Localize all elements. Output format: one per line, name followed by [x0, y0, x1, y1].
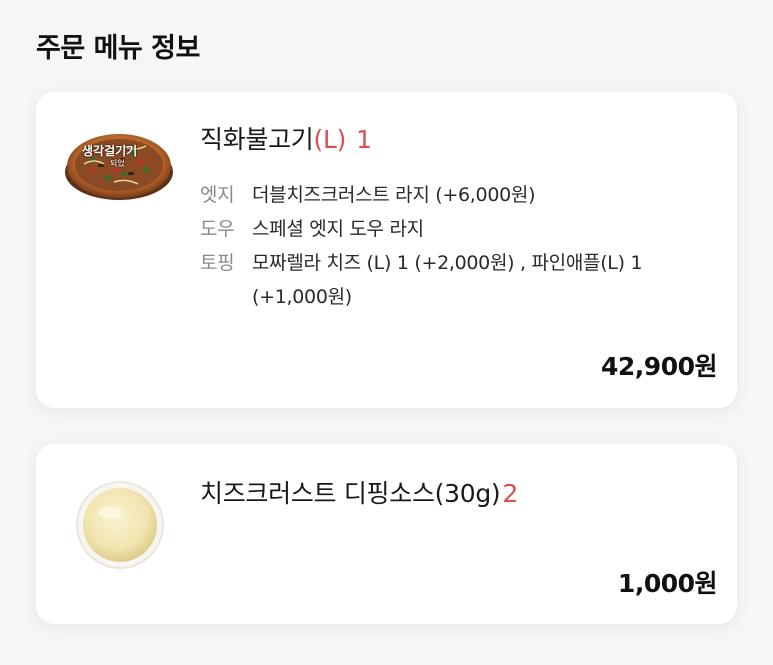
item-price: 42,900원 — [601, 352, 717, 381]
order-item-card: 치즈크러스트 디핑소스(30g)2 1,000원 — [36, 444, 737, 624]
option-row-dough: 도우 스페셜 엣지 도우 라지 — [200, 212, 700, 246]
section-title: 주문 메뉴 정보 — [36, 33, 200, 64]
option-label: 도우 — [200, 218, 235, 240]
image-caption: 생각걸기기 — [82, 144, 138, 158]
item-price: 1,000원 — [617, 569, 718, 598]
dipping-sauce-image-icon — [74, 479, 166, 571]
pizza-image-icon: 생각걸기기 되었 — [64, 124, 174, 204]
option-value: 스페셜 엣지 도우 라지 — [252, 218, 424, 240]
option-value: 더블치즈크러스트 라지 (+6,000원) — [252, 184, 536, 206]
option-row-edge: 엣지 더블치즈크러스트 라지 (+6,000원) — [200, 178, 700, 212]
option-value: 모짜렐라 치즈 (L) 1 (+2,000원) , 파인애플(L) 1 (+1,… — [252, 252, 643, 308]
item-name: 직화불고기(L) 1 — [200, 120, 372, 156]
item-name: 치즈크러스트 디핑소스(30g)2 — [200, 474, 518, 510]
item-quantity: 1 — [356, 125, 372, 154]
item-size: (L) — [313, 125, 347, 154]
item-options: 엣지 더블치즈크러스트 라지 (+6,000원) 도우 스페셜 엣지 도우 라지… — [200, 178, 700, 314]
item-name-text: 직화불고기 — [200, 125, 314, 154]
option-label: 엣지 — [200, 184, 235, 206]
item-quantity: 2 — [502, 479, 518, 508]
item-name-text: 치즈크러스트 디핑소스(30g) — [200, 479, 501, 508]
order-menu-page: 주문 메뉴 정보 생각걸기기 되었 직화불고기(L) 1 엣지 더블치즈크러스트… — [0, 0, 773, 665]
order-item-card: 생각걸기기 되었 직화불고기(L) 1 엣지 더블치즈크러스트 라지 (+6,00… — [36, 92, 737, 408]
option-label: 토핑 — [200, 252, 235, 274]
image-caption-sub: 되었 — [110, 159, 125, 168]
option-row-topping: 토핑 모짜렐라 치즈 (L) 1 (+2,000원) , 파인애플(L) 1 (… — [200, 246, 700, 314]
